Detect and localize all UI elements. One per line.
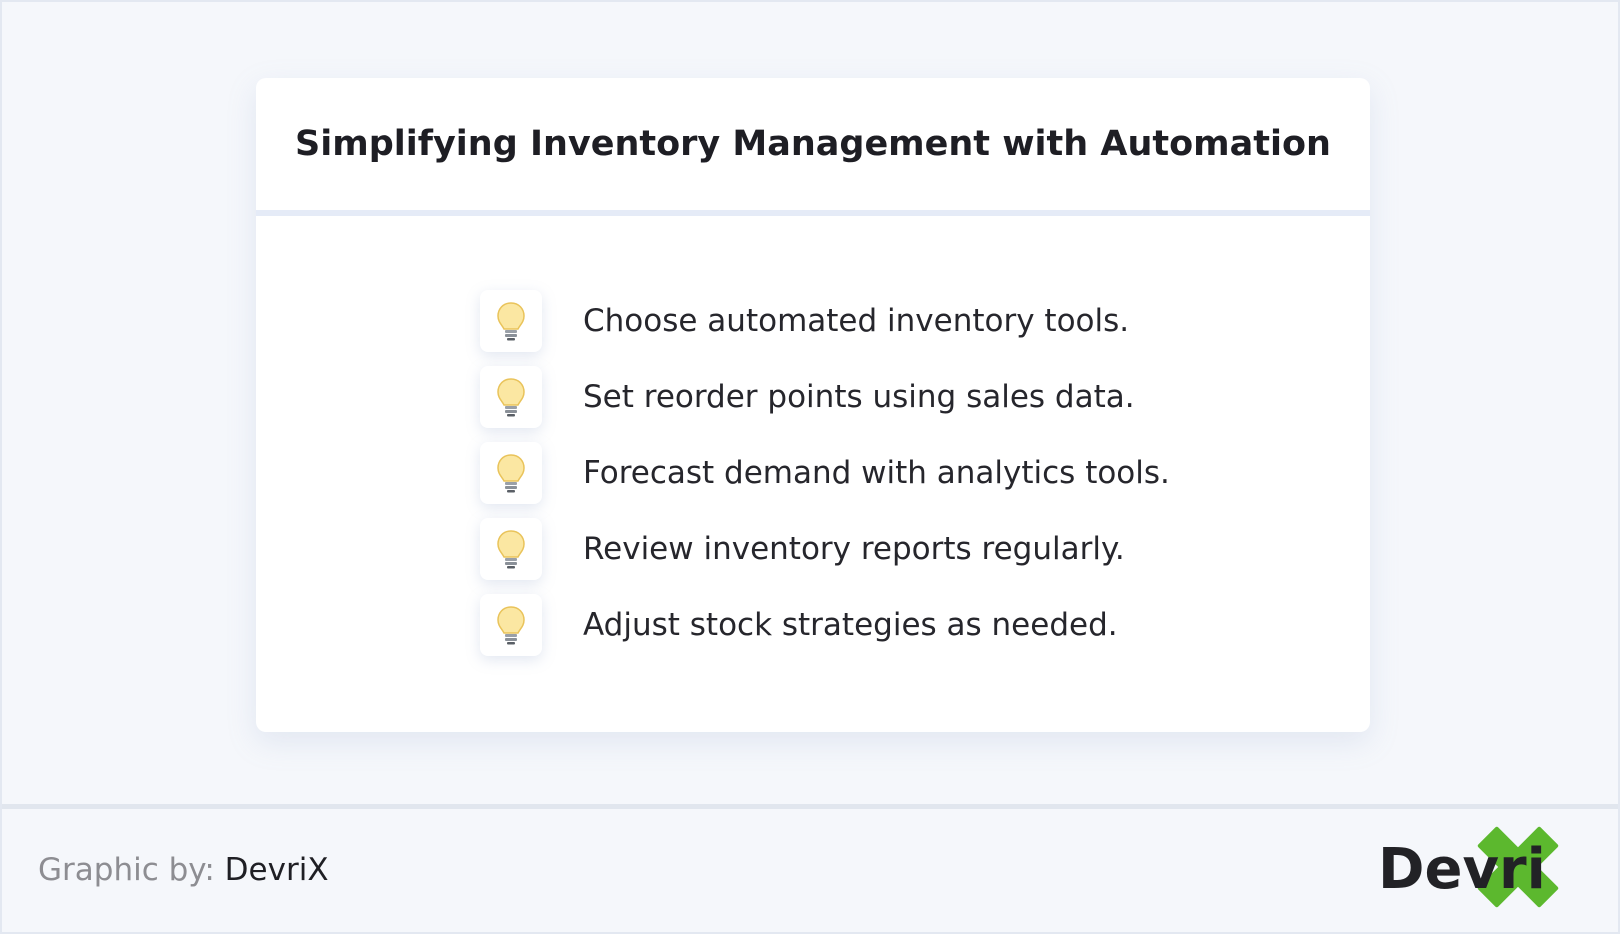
tip-text: Set reorder points using sales data.: [583, 379, 1135, 415]
list-item: Choose automated inventory tools.: [480, 290, 1170, 352]
list-item: Adjust stock strategies as needed.: [480, 594, 1170, 656]
list-item: Set reorder points using sales data.: [480, 366, 1170, 428]
lightbulb-icon: [480, 594, 542, 656]
devrix-logo: Devri: [1378, 826, 1559, 908]
credit-label: Graphic by:: [38, 852, 215, 888]
svg-text:Devri: Devri: [1378, 837, 1546, 902]
graphic-credit: Graphic by: DevriX: [38, 852, 329, 888]
lightbulb-icon: [480, 442, 542, 504]
tip-text: Review inventory reports regularly.: [583, 531, 1125, 567]
card-title: Simplifying Inventory Management with Au…: [295, 124, 1331, 164]
title-divider: [256, 210, 1370, 216]
credit-brand: DevriX: [224, 852, 329, 888]
tip-text: Choose automated inventory tools.: [583, 303, 1130, 339]
lightbulb-icon: [480, 290, 542, 352]
tips-card: Simplifying Inventory Management with Au…: [256, 78, 1370, 732]
tip-text: Adjust stock strategies as needed.: [583, 607, 1118, 643]
graphic-frame: Simplifying Inventory Management with Au…: [0, 0, 1620, 934]
lightbulb-icon: [480, 518, 542, 580]
list-item: Forecast demand with analytics tools.: [480, 442, 1170, 504]
lightbulb-icon: [480, 366, 542, 428]
list-item: Review inventory reports regularly.: [480, 518, 1170, 580]
footer-divider: [2, 804, 1618, 809]
tip-text: Forecast demand with analytics tools.: [583, 455, 1170, 491]
tips-list: Choose automated inventory tools. Set re…: [480, 290, 1170, 670]
